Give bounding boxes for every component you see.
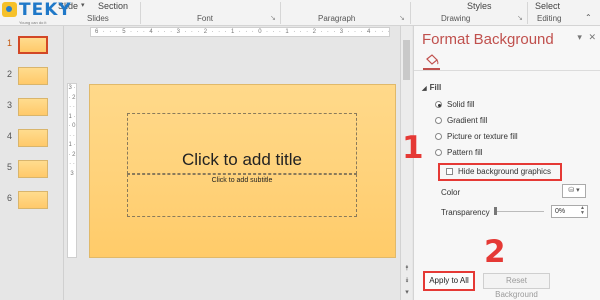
radio-button[interactable] [435,117,442,124]
color-label: Color [441,188,461,197]
thumbnail-number: 3 [7,100,13,110]
select-button[interactable]: Select [535,1,560,11]
option-label: Gradient fill [447,116,488,125]
scrollbar-thumb[interactable] [403,40,410,80]
collapse-ribbon-icon[interactable]: ⌃ [585,13,592,22]
thumbnail-number: 2 [7,69,13,79]
group-label-slides: Slides [87,14,109,23]
transparency-label: Transparency [441,208,490,217]
pane-options-chevron-icon[interactable]: ▾ [577,32,582,42]
thumbnail-slide[interactable] [18,160,48,178]
thumbnail-item[interactable]: 5 [0,158,64,180]
ribbon-separator [280,2,281,24]
radio-button[interactable] [435,101,442,108]
option-label: Pattern fill [447,148,483,157]
spinner-arrows-icon[interactable]: ▲ ▼ [580,206,585,216]
ribbon-separator [410,2,411,24]
transparency-input[interactable]: 0% ▲ ▼ [551,205,588,218]
ribbon: Slide ▾ Section Slides Font ↘ Paragraph … [0,0,600,26]
paragraph-dialog-launcher-icon[interactable]: ↘ [399,14,405,22]
transparency-slider-handle[interactable] [494,207,497,215]
thumbnail-number: 4 [7,131,13,141]
fill-section-header[interactable]: ◢ Fill [422,83,441,92]
paint-bucket-icon[interactable] [425,54,439,66]
thumbnail-item[interactable]: 2 [0,65,64,87]
subtitle-placeholder[interactable]: Click to add subtitle [127,174,357,217]
group-label-paragraph: Paragraph [318,14,356,23]
thumbnail-slide[interactable] [18,98,48,116]
paint-bucket-icon: ⛁ [568,187,575,194]
gradient-fill-option[interactable]: Gradient fill [435,116,487,125]
slide-thumbnail-pane: 1 2 3 4 5 6 [0,26,64,300]
previous-slide-icon[interactable]: ⯭ [402,264,412,274]
color-picker-button[interactable]: ⛁ ▾ [562,184,586,198]
pattern-fill-option[interactable]: Pattern fill [435,148,483,157]
horizontal-ruler: 6 · · · 5 · · · 4 · · · 3 · · · 2 · · · … [90,27,390,37]
dropdown-caret-icon: ▾ [81,2,85,9]
format-background-pane: Format Background ▾ ✕ ◢ Fill Solid fill G… [413,26,600,300]
thumbnail-number: 1 [7,38,13,48]
thumbnail-slide[interactable] [18,67,48,85]
thumbnail-number: 6 [7,193,13,203]
option-label: Solid fill [447,100,475,109]
radio-button[interactable] [435,133,442,140]
thumbnail-slide[interactable] [18,36,48,54]
ribbon-separator [527,2,528,24]
hide-background-graphics-option[interactable]: Hide background graphics [438,163,562,181]
thumbnail-slide[interactable] [18,191,48,209]
transparency-slider[interactable] [494,211,544,212]
step-1-annotation: 1 [402,130,424,166]
quick-styles-button[interactable]: Styles [467,1,492,11]
close-icon[interactable]: ✕ [588,32,596,42]
reset-background-button[interactable]: Reset Background [483,273,550,299]
thumbnail-item[interactable]: 4 [0,127,64,149]
pane-divider [414,70,600,71]
slide-canvas[interactable]: Click to add title Click to add subtitle [89,84,396,258]
drawing-dialog-launcher-icon[interactable]: ↘ [517,14,523,22]
section-button[interactable]: Section [98,1,128,11]
thumbnail-slide[interactable] [18,129,48,147]
solid-fill-option[interactable]: Solid fill [435,100,475,109]
ribbon-separator [140,2,141,24]
collapse-caret-icon: ◢ [422,86,427,92]
teky-logo: TEKY Young can do it [2,0,71,28]
thumbnail-item[interactable]: 3 [0,96,64,118]
vertical-ruler: 3 · · 2 · · 1 · · 0 · · 1 · · 2 · · 3 [67,83,77,258]
next-slide-icon[interactable]: ⯯ [402,276,412,286]
thumbnail-item[interactable]: 6 [0,189,64,211]
radio-button[interactable] [435,149,442,156]
group-label-drawing: Drawing [441,14,471,23]
hide-graphics-label: Hide background graphics [458,167,551,176]
logo-tagline: Young can do it [19,20,47,25]
apply-to-all-button[interactable]: Apply to All [423,271,475,291]
logo-mark-icon [2,2,17,17]
picture-texture-fill-option[interactable]: Picture or texture fill [435,132,518,141]
group-label-editing: Editing [537,14,562,23]
subtitle-placeholder-text: Click to add subtitle [211,177,273,184]
scroll-down-icon[interactable]: ▾ [402,288,412,298]
font-dialog-launcher-icon[interactable]: ↘ [270,14,276,22]
title-placeholder[interactable]: Click to add title [127,113,357,174]
fill-section-label: Fill [429,83,442,92]
checkbox[interactable] [446,168,453,175]
thumbnail-item[interactable]: 1 [0,34,64,56]
logo-word: TEKY [19,0,72,20]
title-placeholder-text: Click to add title [182,150,302,169]
pane-title: Format Background [422,31,554,48]
thumbnail-number: 5 [7,162,13,172]
option-label: Picture or texture fill [447,132,518,141]
transparency-value: 0% [555,208,566,215]
pane-controls: ▾ ✕ [573,32,596,43]
group-label-font: Font [197,14,214,23]
step-2-annotation: 2 [484,234,506,270]
